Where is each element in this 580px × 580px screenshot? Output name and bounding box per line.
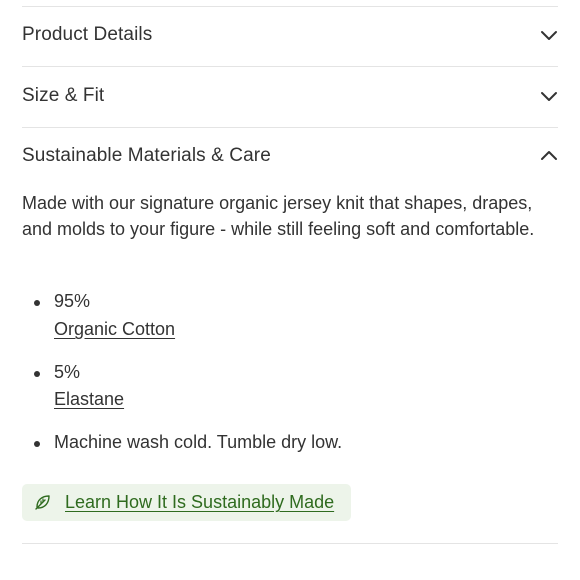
material-link-elastane[interactable]: Elastane (54, 386, 124, 412)
materials-description: Made with our signature organic jersey k… (22, 193, 535, 239)
leaf-icon (34, 493, 52, 511)
learn-sustainably-made-label[interactable]: Learn How It Is Sustainably Made (65, 490, 334, 514)
bullet-icon (34, 441, 40, 447)
chevron-down-icon[interactable] (540, 29, 558, 41)
divider (22, 6, 558, 7)
bullet-icon (34, 371, 40, 377)
accordion-title: Size & Fit (22, 85, 105, 106)
material-percent: 95% (54, 291, 91, 311)
accordion-product-details[interactable]: Product Details (22, 20, 558, 50)
accordion-sustainable-materials[interactable]: Sustainable Materials & Care (22, 141, 558, 171)
list-item: 5% Elastane (22, 359, 542, 415)
list-item: 95% Organic Cotton (22, 288, 542, 344)
learn-sustainably-made-button[interactable]: Learn How It Is Sustainably Made (22, 484, 351, 521)
divider (22, 127, 558, 128)
material-link-organic-cotton[interactable]: Organic Cotton (54, 316, 175, 342)
divider (22, 543, 558, 544)
accordion-size-fit[interactable]: Size & Fit (22, 81, 558, 111)
chevron-up-icon[interactable] (540, 150, 558, 162)
divider (22, 66, 558, 67)
accordion-title: Product Details (22, 24, 153, 45)
material-percent: 5% (54, 362, 81, 382)
list-item: Machine wash cold. Tumble dry low. (22, 429, 542, 457)
chevron-down-icon[interactable] (540, 90, 558, 102)
care-instructions: Machine wash cold. Tumble dry low. (54, 432, 343, 452)
bullet-icon (34, 300, 40, 306)
accordion-title: Sustainable Materials & Care (22, 145, 271, 166)
